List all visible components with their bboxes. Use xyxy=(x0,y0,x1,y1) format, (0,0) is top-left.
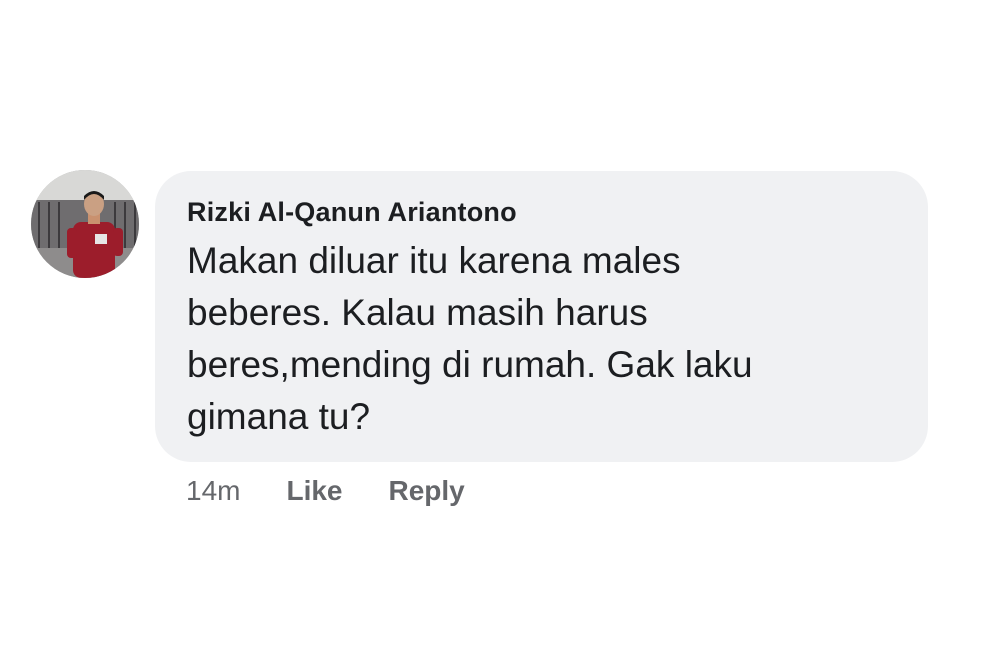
avatar[interactable] xyxy=(31,170,139,278)
avatar-photo xyxy=(31,170,139,278)
comment-author[interactable]: Rizki Al-Qanun Ariantono xyxy=(187,197,900,227)
comment-timestamp[interactable]: 14m xyxy=(186,474,240,508)
comment-screen: Rizki Al-Qanun Ariantono Makan diluar it… xyxy=(0,0,1000,667)
comment-actions: 14m Like Reply xyxy=(186,474,465,508)
reply-button[interactable]: Reply xyxy=(389,474,465,508)
comment-bubble: Rizki Al-Qanun Ariantono Makan diluar it… xyxy=(155,171,928,462)
like-button[interactable]: Like xyxy=(286,474,342,508)
comment-text: Makan diluar itu karena males beberes. K… xyxy=(187,240,753,437)
